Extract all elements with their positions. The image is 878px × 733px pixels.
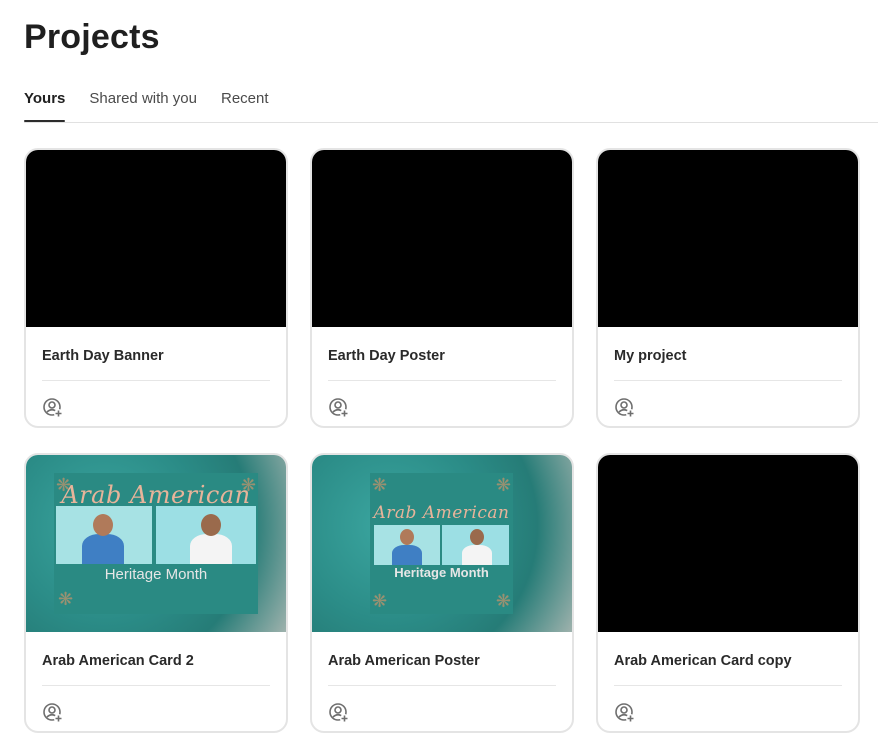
ornament-icon: ❋ [495, 591, 511, 611]
project-title[interactable]: Arab American Card 2 [42, 632, 270, 686]
design-preview: ❋ ❋ ❋ Arab American Heritage Month [54, 473, 258, 614]
person-head [470, 529, 484, 545]
project-card-earth-day-poster[interactable]: Earth Day Poster [310, 148, 574, 428]
person-body [392, 545, 422, 565]
tab-shared-with-you[interactable]: Shared with you [89, 88, 197, 120]
invite-user-icon[interactable] [614, 702, 636, 724]
tab-recent[interactable]: Recent [221, 88, 269, 120]
design-preview: ❋ ❋ ❋ ❋ Arab American Heritage Month [370, 473, 513, 614]
ornament-icon: ❋ [372, 475, 388, 495]
project-tabs: Yours Shared with you Recent [24, 88, 878, 123]
photo-man [156, 506, 256, 564]
project-card-my-project[interactable]: My project [596, 148, 860, 428]
design-subtitle: Heritage Month [104, 566, 208, 583]
design-title: Arab American [61, 481, 251, 509]
invite-user-icon[interactable] [42, 702, 64, 724]
project-thumbnail[interactable] [26, 150, 286, 327]
photo-man [442, 525, 509, 565]
tab-yours[interactable]: Yours [24, 88, 66, 122]
page-title: Projects [24, 18, 160, 56]
ornament-icon: ❋ [58, 589, 74, 609]
person-body [190, 534, 232, 564]
project-title[interactable]: My project [614, 327, 842, 381]
invite-user-icon[interactable] [328, 702, 350, 724]
ornament-icon: ❋ [372, 591, 388, 611]
ornament-icon: ❋ [495, 475, 511, 495]
person-head [93, 514, 113, 536]
project-thumbnail[interactable]: ❋ ❋ ❋ Arab American Heritage Month [26, 455, 286, 632]
project-title[interactable]: Earth Day Banner [42, 327, 270, 381]
design-title: Arab American [373, 503, 510, 523]
person-head [201, 514, 221, 536]
project-card-earth-day-banner[interactable]: Earth Day Banner [24, 148, 288, 428]
invite-user-icon[interactable] [614, 397, 636, 419]
person-body [462, 545, 492, 565]
project-card-arab-american-card-2[interactable]: ❋ ❋ ❋ Arab American Heritage Month Arab … [24, 453, 288, 733]
project-card-arab-american-card-copy[interactable]: Arab American Card copy [596, 453, 860, 733]
person-head [400, 529, 414, 545]
project-thumbnail[interactable] [312, 150, 572, 327]
project-title[interactable]: Earth Day Poster [328, 327, 556, 381]
project-card-arab-american-poster[interactable]: ❋ ❋ ❋ ❋ Arab American Heritage Month Ara… [310, 453, 574, 733]
project-title[interactable]: Arab American Poster [328, 632, 556, 686]
project-thumbnail[interactable]: ❋ ❋ ❋ ❋ Arab American Heritage Month [312, 455, 572, 632]
photo-woman [56, 506, 152, 564]
photo-woman [374, 525, 440, 565]
project-thumbnail[interactable] [598, 455, 858, 632]
design-subtitle: Heritage Month [394, 565, 489, 580]
invite-user-icon[interactable] [328, 397, 350, 419]
project-grid: Earth Day Banner Earth Day Poster My pro… [24, 148, 860, 733]
project-title[interactable]: Arab American Card copy [614, 632, 842, 686]
project-thumbnail[interactable] [598, 150, 858, 327]
invite-user-icon[interactable] [42, 397, 64, 419]
person-body [82, 534, 124, 564]
